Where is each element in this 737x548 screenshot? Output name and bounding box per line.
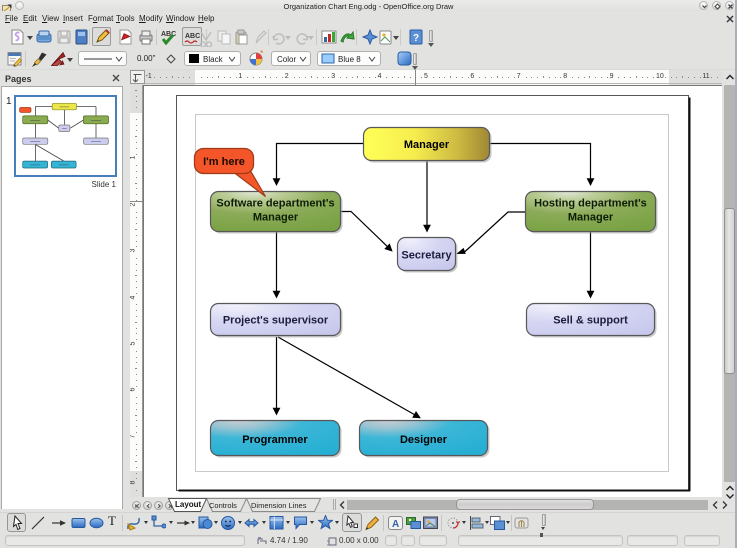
svg-text:Software department's: Software department's (216, 198, 334, 210)
svg-text:ABC: ABC (161, 31, 176, 38)
svg-text:Blue 8: Blue 8 (338, 55, 361, 64)
svg-text:Black: Black (203, 55, 224, 64)
svg-text:A: A (392, 519, 399, 530)
svg-text:Manager: Manager (568, 212, 614, 224)
svg-text:Designer: Designer (400, 434, 448, 446)
svg-text:Sell & support: Sell & support (553, 315, 628, 327)
svg-text:?: ? (413, 33, 419, 44)
svg-text:Manager: Manager (253, 212, 299, 224)
svg-text:Hosting department's: Hosting department's (534, 198, 647, 210)
svg-text:Color: Color (277, 55, 296, 64)
svg-text:Secretary: Secretary (401, 250, 452, 262)
svg-text:Manager: Manager (404, 139, 450, 151)
svg-text:I'm here: I'm here (203, 156, 245, 168)
svg-text:Programmer: Programmer (242, 434, 308, 446)
svg-text:Project's supervisor: Project's supervisor (223, 315, 329, 327)
